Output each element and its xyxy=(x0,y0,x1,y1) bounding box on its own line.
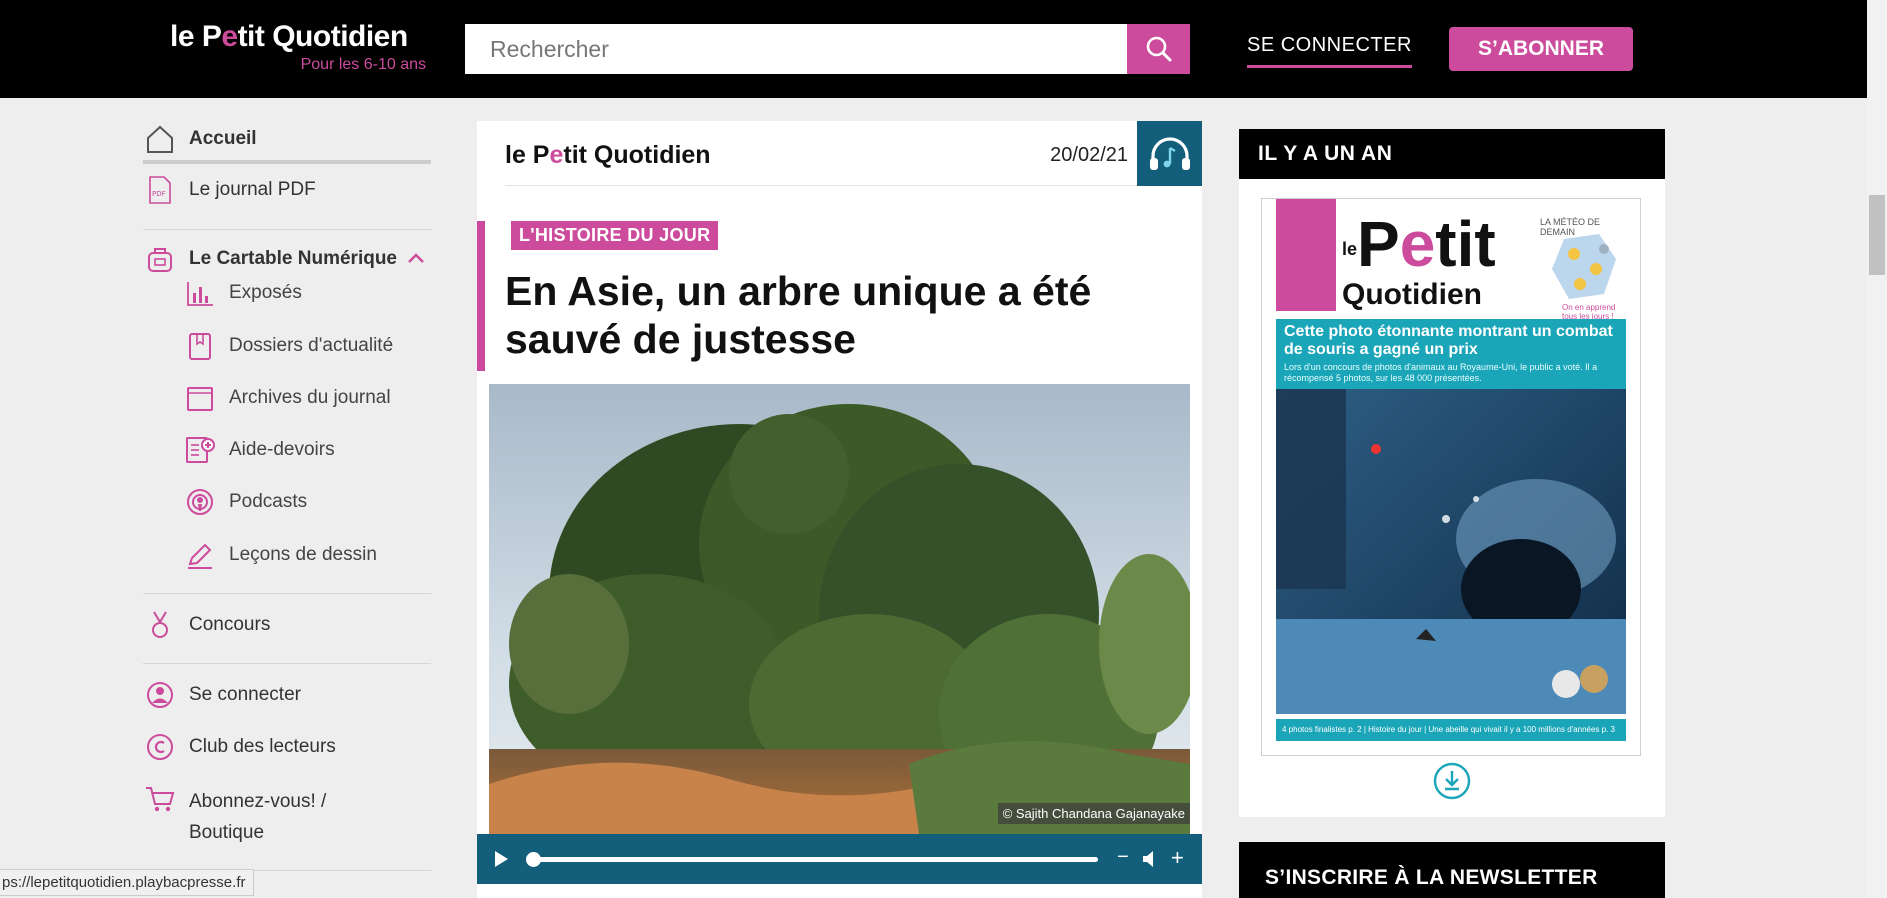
download-icon[interactable] xyxy=(1432,761,1472,801)
subscribe-button[interactable]: S’ABONNER xyxy=(1449,27,1633,71)
year-ago-heading: IL Y A UN AN xyxy=(1239,129,1665,179)
play-icon[interactable] xyxy=(491,849,511,869)
chevron-up-icon[interactable] xyxy=(407,248,425,270)
podcast-icon xyxy=(183,485,217,519)
page-scrollbar[interactable] xyxy=(1867,0,1887,898)
cover-subline: Lors d'un concours de photos d'animaux a… xyxy=(1284,362,1598,383)
sidebar-item-label: Club des lecteurs xyxy=(189,736,336,757)
sidebar-item-label: Abonnez-vous! / Boutique xyxy=(189,786,326,848)
article-photo: © Sajith Chandana Gajanayake xyxy=(489,384,1190,834)
status-bar-url: ps://lepetitquotidien.playbacpresse.fr xyxy=(0,869,255,896)
sidebar-item-archives[interactable]: Archives du journal xyxy=(183,381,391,415)
sidebar-item-label: Aide-devoirs xyxy=(229,439,335,460)
article-logo: le Petit Quotidien xyxy=(505,141,711,169)
newsletter-heading[interactable]: S’INSCRIRE À LA NEWSLETTER xyxy=(1239,842,1665,898)
audio-player: − + xyxy=(477,834,1202,884)
audio-progress-track[interactable] xyxy=(530,857,1098,862)
sidebar-item-label: Le Cartable Numérique xyxy=(189,248,397,269)
boutique-line-2: Boutique xyxy=(189,822,265,843)
cover-headline: Cette photo étonnante montrant un combat… xyxy=(1284,323,1613,358)
medal-icon xyxy=(143,608,177,642)
user-icon xyxy=(143,678,177,712)
weather-map-icon xyxy=(1552,234,1616,299)
sidebar-item-club[interactable]: Club des lecteurs xyxy=(143,730,336,764)
divider xyxy=(143,663,431,664)
sidebar-item-label: Leçons de dessin xyxy=(229,544,377,565)
divider xyxy=(143,593,431,594)
tree-photo-illustration xyxy=(489,384,1190,834)
cart-icon xyxy=(143,782,177,816)
boutique-line-1: Abonnez-vous! / xyxy=(189,791,327,812)
accent-bar xyxy=(477,221,485,371)
search-input[interactable] xyxy=(465,24,1127,74)
sidebar-item-concours[interactable]: Concours xyxy=(143,608,270,642)
sidebar-item-dossiers[interactable]: Dossiers d'actualité xyxy=(183,329,393,363)
newspaper-cover[interactable]: lePetit Quotidien LA MÉTÉO DE DEMAIN On … xyxy=(1261,198,1641,756)
sidebar-item-pdf[interactable]: PDF Le journal PDF xyxy=(143,173,316,207)
folder-icon xyxy=(183,329,217,363)
article-date: 20/02/21 xyxy=(1050,144,1128,166)
subway-mice-illustration xyxy=(1276,389,1626,714)
sidebar-item-exposes[interactable]: Exposés xyxy=(183,276,302,310)
chart-icon xyxy=(183,276,217,310)
article-header: le Petit Quotidien 20/02/21 xyxy=(505,121,1140,186)
sidebar-item-accueil[interactable]: Accueil xyxy=(143,122,257,156)
cover-headline-box: Cette photo étonnante montrant un combat… xyxy=(1276,319,1626,389)
cover-masthead: lePetit Quotidien LA MÉTÉO DE DEMAIN On … xyxy=(1276,199,1626,321)
svg-text:PDF: PDF xyxy=(152,190,166,198)
sidebar-item-label: Concours xyxy=(189,614,271,635)
active-underline xyxy=(143,160,431,164)
rubric-badge: L'HISTOIRE DU JOUR xyxy=(511,221,719,250)
cover-pink-panel xyxy=(1276,199,1336,311)
logo-tagline: Pour les 6-10 ans xyxy=(300,56,426,73)
cover-footer: 4 photos finalistes p. 2 | Histoire du j… xyxy=(1276,719,1626,741)
search-bar xyxy=(465,24,1190,74)
search-icon xyxy=(1146,36,1171,62)
volume-down-button[interactable]: − xyxy=(1117,846,1129,869)
schoolbag-icon xyxy=(143,242,177,276)
divider xyxy=(143,229,431,230)
sidebar-item-label: Archives du journal xyxy=(229,387,391,408)
archive-icon xyxy=(183,381,217,415)
sidebar-item-label: Podcasts xyxy=(229,491,308,512)
sidebar-item-label: Se connecter xyxy=(189,684,301,705)
sidebar-item-label: Dossiers d'actualité xyxy=(229,335,394,356)
sidebar-item-label: Exposés xyxy=(229,282,302,303)
pencil-icon xyxy=(183,538,217,572)
scrollbar-thumb[interactable] xyxy=(1869,195,1885,275)
article-card: le Petit Quotidien 20/02/21 L'HISTOIRE D… xyxy=(477,121,1202,898)
cover-logo-le: le xyxy=(1342,239,1358,260)
sidebar-item-aide-devoirs[interactable]: Aide-devoirs xyxy=(183,433,335,467)
sidebar-item-label: Le journal PDF xyxy=(189,179,316,200)
sidebar-item-se-connecter[interactable]: Se connecter xyxy=(143,678,301,712)
cover-logo: lePetit Quotidien xyxy=(1342,208,1496,312)
top-header: le Petit Quotidien Pour les 6-10 ans SE … xyxy=(0,0,1887,98)
year-ago-widget: IL Y A UN AN lePetit Quotidien LA MÉTÉO … xyxy=(1239,129,1665,817)
copyright-icon xyxy=(143,730,177,764)
home-icon xyxy=(143,122,177,156)
site-logo[interactable]: le Petit Quotidien Pour les 6-10 ans xyxy=(170,20,430,74)
sidebar-item-cartable[interactable]: Le Cartable Numérique xyxy=(143,242,425,276)
sidebar-item-dessin[interactable]: Leçons de dessin xyxy=(183,538,377,572)
search-button[interactable] xyxy=(1127,24,1190,74)
photo-credit: © Sajith Chandana Gajanayake xyxy=(997,803,1190,824)
volume-up-button[interactable]: + xyxy=(1171,845,1184,871)
homework-icon xyxy=(183,433,217,467)
sidebar-item-podcasts[interactable]: Podcasts xyxy=(183,485,307,519)
listen-button[interactable] xyxy=(1137,121,1202,186)
logo-wordmark: le Petit Quotidien xyxy=(170,20,408,53)
sidebar-item-boutique[interactable]: Abonnez-vous! / Boutique xyxy=(143,782,326,848)
volume-icon[interactable] xyxy=(1141,849,1161,869)
audio-progress-handle[interactable] xyxy=(526,852,541,867)
article-title: En Asie, un arbre unique a été sauvé de … xyxy=(505,268,1092,362)
pdf-icon: PDF xyxy=(143,173,177,207)
sidebar-item-label: Accueil xyxy=(189,128,257,149)
login-link[interactable]: SE CONNECTER xyxy=(1247,34,1412,68)
cover-photo xyxy=(1276,389,1626,714)
headphones-icon xyxy=(1149,136,1190,170)
